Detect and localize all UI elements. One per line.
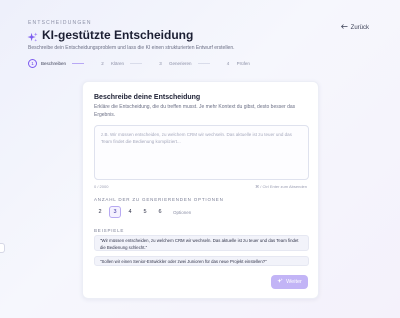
- options-suffix: Optionen: [173, 209, 192, 215]
- step-pruefen[interactable]: 4 Prüfen: [224, 59, 250, 68]
- page-title: KI-gestützte Entscheidung: [42, 28, 194, 42]
- step-label: Prüfen: [236, 61, 250, 66]
- step-klaeren[interactable]: 2 Klären: [98, 59, 143, 68]
- option-count-5[interactable]: 5: [139, 206, 151, 218]
- stepper: 1 Beschreiben 2 Klären 3 Generieren 4 Pr…: [28, 59, 264, 68]
- page-eyebrow: ENTSCHEIDUNGEN: [28, 20, 92, 26]
- sidebar-toggle-handle[interactable]: [0, 243, 5, 253]
- step-number: 4: [226, 61, 230, 66]
- step-label: Beschreiben: [41, 61, 67, 66]
- example-item[interactable]: "Wir müssen entscheiden, zu welchem CRM …: [94, 235, 309, 251]
- step-number: 1: [28, 59, 37, 68]
- next-button-label: Weiter: [286, 279, 302, 285]
- card-description: Erkläre die Entscheidung, die du treffen…: [94, 104, 296, 118]
- next-button[interactable]: Weiter: [271, 275, 308, 289]
- back-button[interactable]: Zurück: [340, 24, 369, 31]
- sparkle-icon: [27, 30, 38, 42]
- example-item[interactable]: "Sollen wir einen Senior-Entwickler oder…: [94, 256, 309, 266]
- step-label: Klären: [111, 61, 125, 66]
- step-beschreiben[interactable]: 1 Beschreiben: [28, 59, 85, 68]
- arrow-left-icon: [340, 24, 348, 31]
- options-count-label: ANZAHL DER ZU GENERIERENDEN OPTIONEN: [94, 197, 224, 202]
- step-connector: [197, 63, 210, 64]
- page-subtitle: Beschreibe dein Entscheidungsproblem und…: [28, 45, 235, 51]
- decision-description-input[interactable]: [94, 125, 309, 180]
- decision-card: Beschreibe deine Entscheidung Erkläre di…: [82, 81, 319, 299]
- step-connector: [72, 63, 85, 64]
- option-count-3[interactable]: 3: [109, 206, 121, 218]
- step-connector: [130, 63, 143, 64]
- step-number: 2: [101, 61, 104, 66]
- option-count-4[interactable]: 4: [124, 206, 136, 218]
- card-title: Beschreibe deine Entscheidung: [94, 94, 201, 101]
- option-count-2[interactable]: 2: [94, 206, 106, 218]
- step-label: Generieren: [169, 61, 192, 66]
- options-count-selector: 2 3 4 5 6 Optionen: [94, 206, 191, 218]
- step-number: 3: [159, 61, 162, 66]
- back-label: Zurück: [350, 24, 369, 31]
- sparkle-icon: [277, 278, 283, 286]
- step-generieren[interactable]: 3 Generieren: [156, 59, 210, 68]
- submit-shortcut-hint: ⌘ / Ctrl Enter zum Absenden: [255, 184, 307, 189]
- option-count-6[interactable]: 6: [154, 206, 166, 218]
- examples-label: BEISPIELE: [94, 228, 125, 233]
- char-count: 0 / 2000: [94, 184, 109, 189]
- title-row: KI-gestützte Entscheidung: [27, 28, 193, 42]
